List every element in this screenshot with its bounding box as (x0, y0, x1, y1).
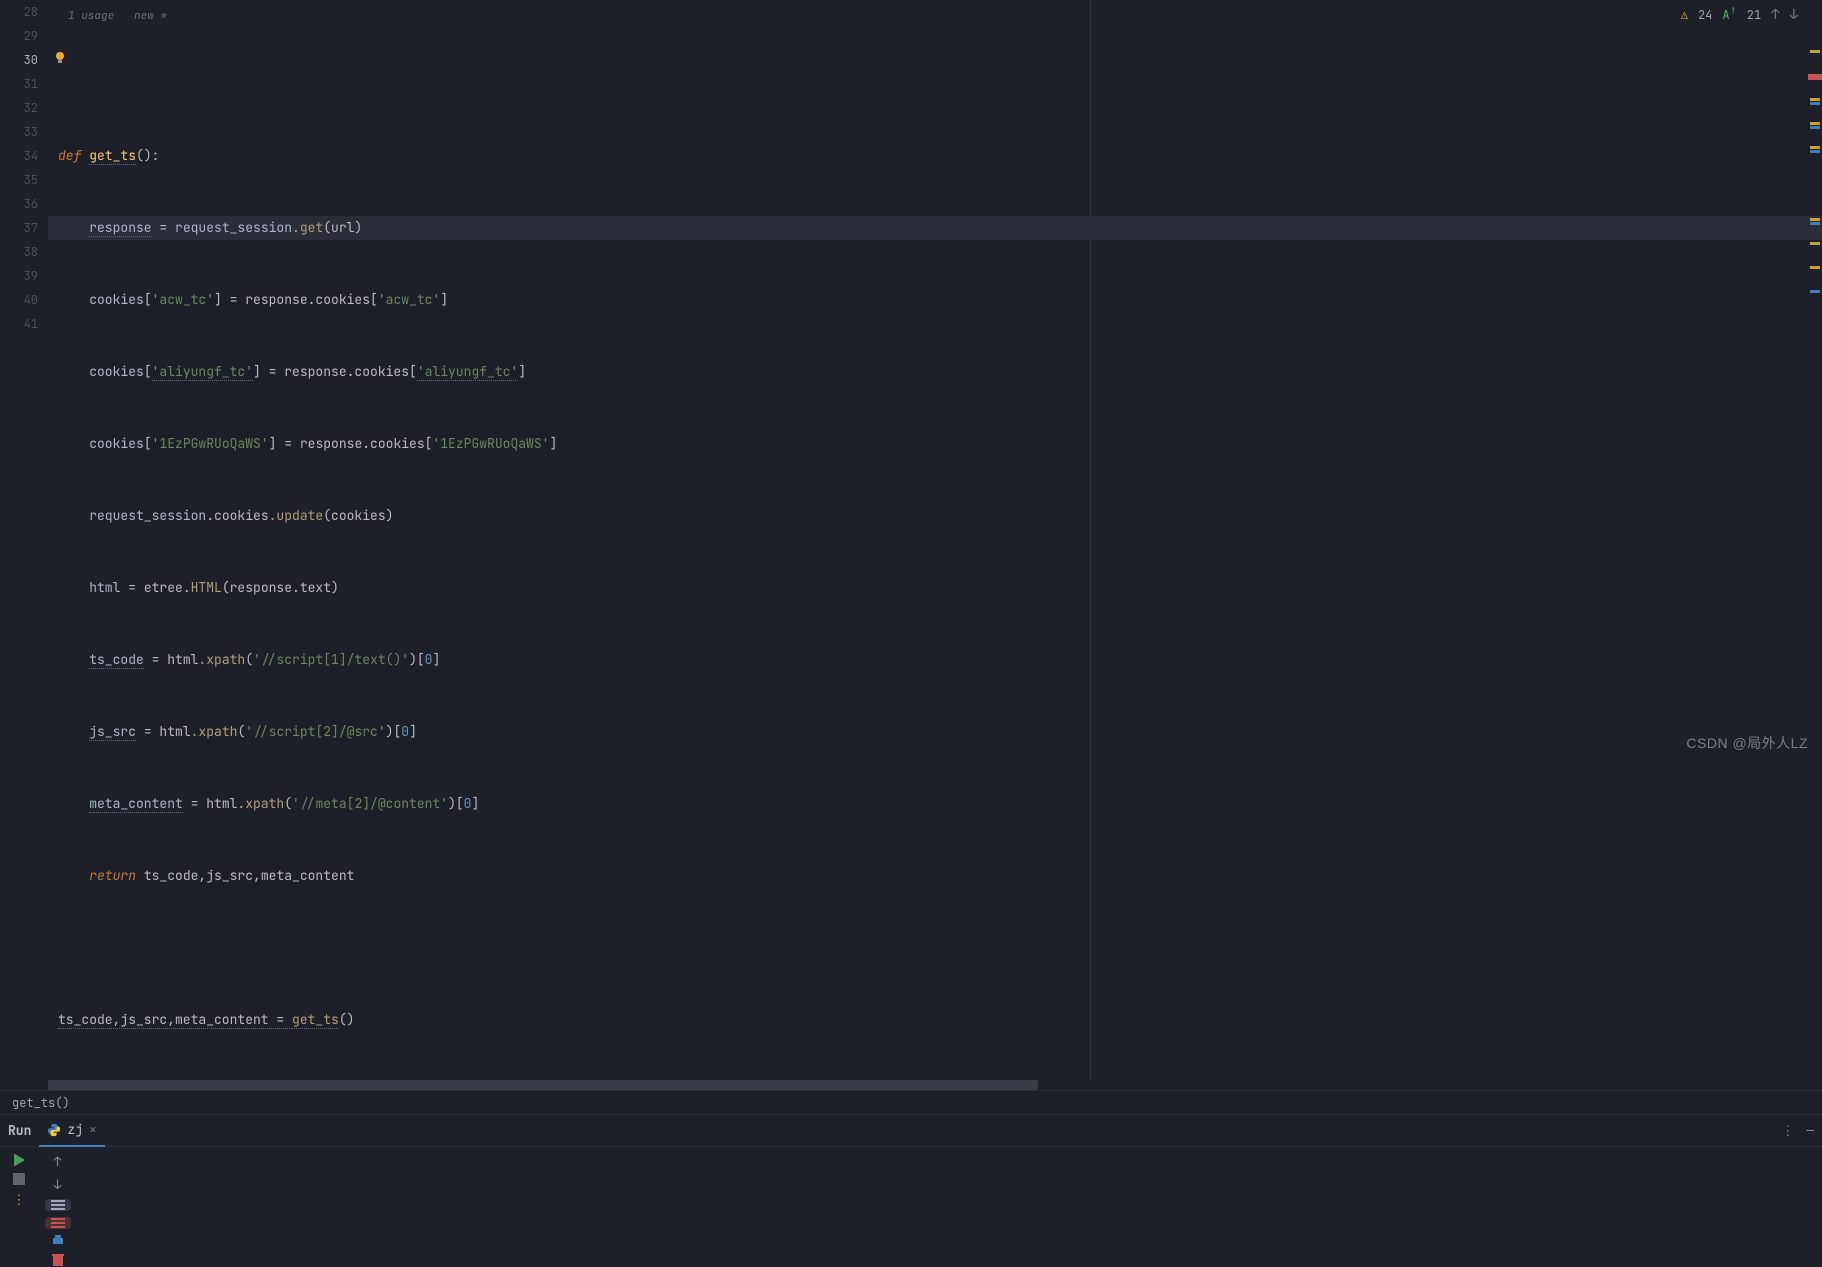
code-line[interactable]: ts_code,js_src,meta_content = get_ts() (48, 1008, 1822, 1032)
run-panel-header: Run zj × ⋮ — (0, 1115, 1822, 1147)
info-marker[interactable] (1810, 290, 1820, 293)
code-line[interactable]: return ts_code,js_src,meta_content (48, 864, 1822, 888)
line-number[interactable]: 38 (0, 240, 48, 264)
info-marker[interactable] (1810, 222, 1820, 225)
clear-button[interactable] (45, 1253, 71, 1267)
minimize-panel-icon[interactable]: — (1806, 1122, 1814, 1139)
warning-marker[interactable] (1810, 146, 1820, 149)
run-label[interactable]: Run (8, 1122, 31, 1139)
line-number[interactable]: 28 (0, 0, 48, 24)
line-number[interactable]: 33 (0, 120, 48, 144)
code-body[interactable]: 1 usage new * def get_ts(): response = r… (48, 0, 1822, 1080)
more-actions-icon[interactable]: ⋮ (6, 1191, 32, 1208)
stop-button[interactable] (6, 1173, 32, 1185)
horizontal-scrollbar[interactable] (48, 1080, 1822, 1090)
console-output[interactable]: D:\miniconda3\envs\python3.11\python.exe… (76, 1147, 1822, 1163)
code-line[interactable]: def get_ts(): (48, 144, 1822, 168)
warning-marker[interactable] (1810, 242, 1820, 245)
line-number[interactable]: 36 (0, 192, 48, 216)
warning-marker[interactable] (1810, 98, 1820, 101)
code-line[interactable]: ts_code = html.xpath('//script[1]/text()… (48, 648, 1822, 672)
run-options-icon[interactable]: ⋮ (1781, 1122, 1794, 1139)
breadcrumb[interactable]: get_ts() (0, 1091, 1822, 1115)
warning-marker[interactable] (1810, 218, 1820, 221)
print-button[interactable] (45, 1235, 71, 1247)
python-icon (47, 1123, 61, 1137)
code-line[interactable]: js_src = html.xpath('//script[2]/@src')[… (48, 720, 1822, 744)
code-line[interactable]: cookies['aliyungf_tc'] = response.cookie… (48, 360, 1822, 384)
run-tab[interactable]: zj × (39, 1115, 104, 1147)
line-number[interactable]: 34 (0, 144, 48, 168)
scroll-to-end-button[interactable] (45, 1217, 71, 1229)
line-number[interactable]: 40 (0, 288, 48, 312)
ide-root: ⚠24 Aꜝ21 ↑ ↓ 28 29 30 31 32 33 34 35 36 … (0, 0, 1822, 763)
info-marker[interactable] (1810, 150, 1820, 153)
rerun-button[interactable] (6, 1153, 32, 1167)
scrollbar-thumb[interactable] (48, 1080, 1038, 1090)
warning-marker[interactable] (1810, 50, 1820, 53)
line-number[interactable]: 30 (0, 48, 48, 72)
code-line[interactable]: response = request_session.get(url) (48, 216, 1822, 240)
code-editor[interactable]: ⚠24 Aꜝ21 ↑ ↓ 28 29 30 31 32 33 34 35 36 … (0, 0, 1822, 1091)
code-line[interactable]: meta_content = html.xpath('//meta[2]/@co… (48, 792, 1822, 816)
run-left-toolbar: ⋮ (0, 1147, 38, 1153)
line-number[interactable]: 41 (0, 312, 48, 336)
watermark: CSDN @局外人LZ (1686, 733, 1808, 753)
down-trace-icon[interactable]: ↓ (45, 1176, 71, 1193)
up-trace-icon[interactable]: ↑ (45, 1153, 71, 1170)
line-number[interactable]: 39 (0, 264, 48, 288)
line-number[interactable]: 29 (0, 24, 48, 48)
warning-marker[interactable] (1810, 266, 1820, 269)
code-line[interactable] (48, 936, 1822, 960)
line-gutter[interactable]: 28 29 30 31 32 33 34 35 36 37 38 39 40 4… (0, 0, 48, 336)
run-nav-toolbar: ↑ ↓ (38, 1147, 76, 1153)
line-number[interactable]: 37 (0, 216, 48, 240)
code-line[interactable] (48, 48, 1822, 72)
error-marker[interactable] (1808, 74, 1822, 80)
code-line[interactable]: cookies['1EzPGwRUoQaWS'] = response.cook… (48, 432, 1822, 456)
soft-wrap-button[interactable] (45, 1199, 71, 1211)
info-marker[interactable] (1810, 102, 1820, 105)
code-line[interactable]: request_session.cookies.update(cookies) (48, 504, 1822, 528)
run-tab-label: zj (67, 1121, 83, 1138)
line-number[interactable]: 35 (0, 168, 48, 192)
info-marker[interactable] (1810, 126, 1820, 129)
usage-hint[interactable]: 1 usage new * (58, 4, 167, 28)
warning-marker[interactable] (1810, 122, 1820, 125)
code-line[interactable]: cookies['acw_tc'] = response.cookies['ac… (48, 288, 1822, 312)
error-stripe[interactable] (1808, 0, 1822, 1090)
code-line[interactable]: html = etree.HTML(response.text) (48, 576, 1822, 600)
close-tab-icon[interactable]: × (89, 1121, 97, 1138)
line-number[interactable]: 32 (0, 96, 48, 120)
line-number[interactable]: 31 (0, 72, 48, 96)
